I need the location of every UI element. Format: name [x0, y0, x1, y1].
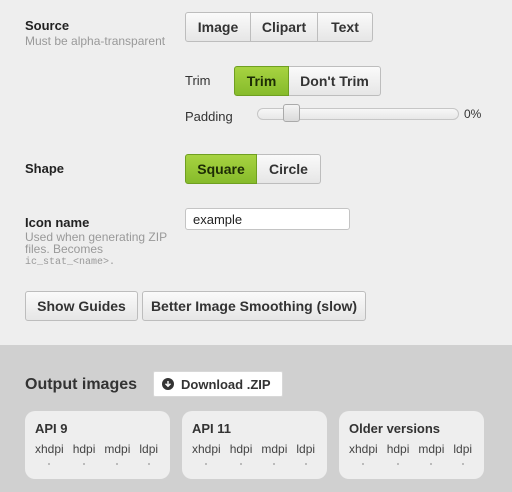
shape-square-button[interactable]: Square [185, 154, 257, 184]
source-image-button[interactable]: Image [185, 12, 251, 42]
download-icon [162, 378, 174, 390]
output-card-title: API 11 [192, 421, 232, 436]
trim-label: Trim [185, 73, 211, 88]
source-text-button[interactable]: Text [318, 12, 373, 42]
output-card-api-9: API 9 xhdpi hdpi mdpi ldpi [25, 411, 170, 479]
preview-mdpi [273, 463, 276, 465]
trim-button-group: Trim Don't Trim [234, 66, 381, 96]
padding-label: Padding [185, 109, 233, 124]
icon-name-title: Icon name [25, 215, 90, 230]
dpi-label-mdpi: mdpi [261, 442, 288, 456]
preview-hdpi [397, 463, 400, 465]
padding-slider[interactable] [257, 104, 459, 122]
preview-mdpi [430, 463, 433, 465]
preview-ldpi [461, 463, 464, 465]
padding-value: 0% [464, 107, 482, 121]
show-guides-button[interactable]: Show Guides [25, 291, 138, 321]
source-clipart-button[interactable]: Clipart [251, 12, 318, 42]
dpi-label-mdpi: mdpi [418, 442, 445, 456]
dpi-label-xhdpi: xhdpi [35, 442, 64, 456]
trim-button[interactable]: Trim [234, 66, 289, 96]
download-zip-button[interactable]: Download .ZIP [153, 371, 283, 397]
shape-title: Shape [25, 161, 65, 176]
output-card-title: Older versions [349, 421, 441, 436]
dpi-label-ldpi: ldpi [296, 442, 316, 456]
shape-circle-button[interactable]: Circle [257, 154, 321, 184]
dpi-label-xhdpi: xhdpi [192, 442, 221, 456]
dpi-label-xhdpi: xhdpi [349, 442, 378, 456]
dpi-label-hdpi: hdpi [386, 442, 410, 456]
output-card-api-11: API 11 xhdpi hdpi mdpi ldpi [182, 411, 327, 479]
dpi-label-hdpi: hdpi [229, 442, 253, 456]
output-card-older-versions: Older versions xhdpi hdpi mdpi ldpi [339, 411, 484, 479]
icon-name-help-code: ic_stat_<name>. [25, 257, 116, 268]
dpi-label-hdpi: hdpi [72, 442, 96, 456]
source-help: Must be alpha-transparent [25, 34, 166, 48]
icon-name-input[interactable] [185, 208, 350, 230]
image-smoothing-button[interactable]: Better Image Smoothing (slow) [142, 291, 366, 321]
shape-button-group: Square Circle [185, 154, 321, 184]
preview-hdpi [83, 463, 86, 465]
icon-name-help-line2: files. Becomes [25, 242, 104, 256]
source-title: Source [25, 18, 70, 33]
dpi-label-mdpi: mdpi [104, 442, 131, 456]
preview-mdpi [116, 463, 119, 465]
output-images-title: Output images [25, 376, 138, 393]
output-card-title: API 9 [35, 421, 68, 436]
preview-xhdpi [362, 463, 365, 465]
preview-hdpi [240, 463, 243, 465]
dpi-label-ldpi: ldpi [139, 442, 159, 456]
dpi-label-ldpi: ldpi [453, 442, 473, 456]
preview-ldpi [147, 463, 150, 465]
preview-xhdpi [205, 463, 208, 465]
dont-trim-button[interactable]: Don't Trim [289, 66, 381, 96]
preview-xhdpi [48, 463, 51, 465]
source-button-group: Image Clipart Text [185, 12, 373, 42]
preview-ldpi [304, 463, 307, 465]
padding-slider-handle[interactable] [283, 104, 300, 122]
download-zip-label: Download .ZIP [181, 376, 271, 392]
